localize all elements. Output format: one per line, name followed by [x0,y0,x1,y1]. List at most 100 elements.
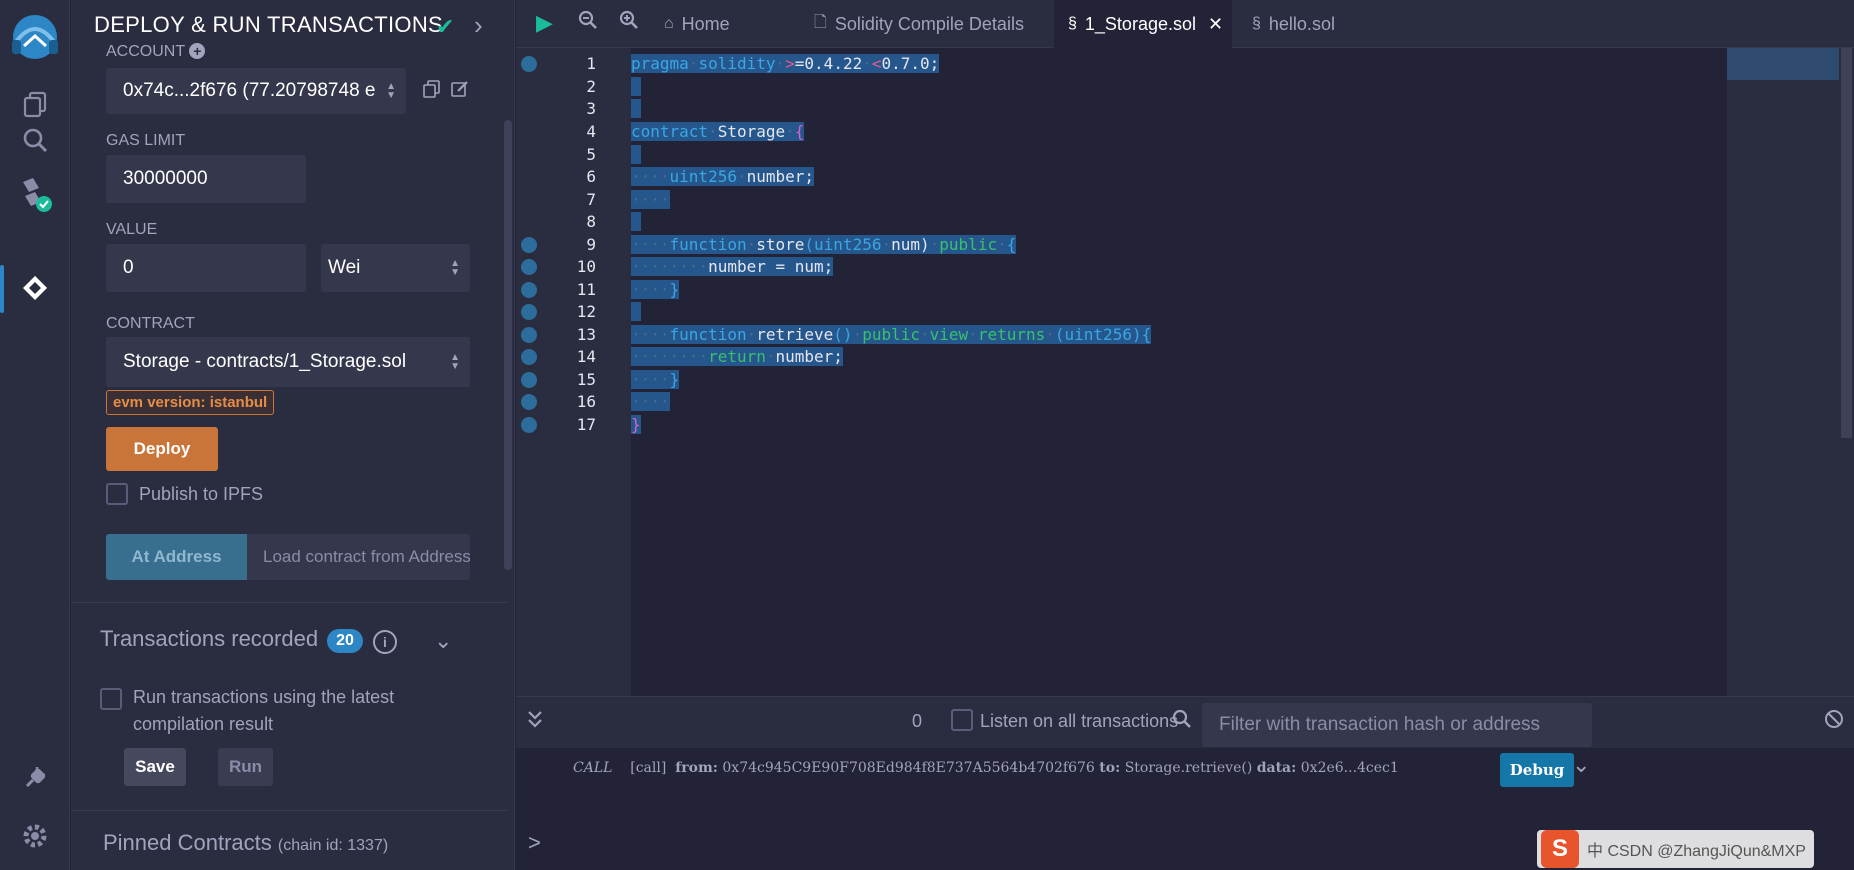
value-input[interactable]: 0 [106,244,306,292]
tab-compile-details[interactable]: 🗋 Solidity Compile Details [800,0,1038,48]
run-script-icon[interactable]: ▶ [536,10,553,36]
settings-gear-icon[interactable] [17,818,53,854]
search-icon[interactable] [1172,709,1192,735]
line-number: 8 [586,212,596,231]
at-address-button[interactable]: At Address [106,534,247,580]
gas-estimate-icon[interactable] [521,259,537,275]
line-gutter: 1 2 3 4 5 6 7 8 9 10 11 12 13 14 15 16 17 [516,48,631,696]
zoom-in-icon[interactable] [619,10,639,36]
contract-value: Storage - contracts/1_Storage.sol [123,351,407,372]
gas-estimate-icon[interactable] [521,282,537,298]
info-icon[interactable]: i [373,630,397,654]
log-data-label: data: [1256,760,1297,776]
terminal-prompt[interactable]: > [528,830,541,856]
close-icon[interactable]: ✕ [1208,14,1223,35]
line-number: 14 [576,347,596,366]
line-number: 3 [586,99,596,118]
publish-ipfs-label: Publish to IPFS [139,484,264,504]
gas-estimate-icon[interactable] [521,327,537,343]
minimap-viewport [1727,48,1839,80]
home-icon: ⌂ [664,15,674,32]
tab-storage-sol[interactable]: § 1_Storage.sol ✕ [1054,0,1232,48]
debug-button[interactable]: Debug [1500,753,1574,787]
line-number: 12 [576,302,596,321]
tab-home[interactable]: ⌂ Home [650,0,744,48]
remix-ide: DEPLOY & RUN TRANSACTIONS ✔ › ACCOUNT + … [0,0,1854,870]
gas-estimate-icon[interactable] [521,394,537,410]
gas-estimate-icon[interactable] [521,237,537,253]
gas-estimate-icon[interactable] [521,372,537,388]
editor-scrollbar[interactable] [1839,48,1854,696]
value-unit-select[interactable]: Wei ▲ ▼ [321,244,470,292]
at-address-group: At Address Load contract from Address [106,534,470,580]
remix-logo-icon[interactable] [8,12,62,62]
tab-label: 1_Storage.sol [1084,13,1196,34]
icon-rail [0,0,70,870]
gas-limit-label: GAS LIMIT [106,132,186,149]
gas-estimate-icon[interactable] [521,349,537,365]
load-contract-input[interactable]: Load contract from Address [247,534,470,580]
solidity-compiler-icon[interactable] [17,176,53,212]
tab-label: hello.sol [1268,13,1335,34]
line-number: 4 [586,122,596,141]
line-number: 10 [576,257,596,276]
zoom-out-icon[interactable] [578,10,598,36]
gas-estimate-icon[interactable] [521,56,537,72]
line-number: 16 [576,392,596,411]
file-explorer-icon[interactable] [17,86,53,122]
terminal-toolbar: 0 Listen on all transactions Filter with… [516,696,1854,748]
check-icon: ✔ [436,14,455,39]
chevron-down-icon[interactable]: ⌄ [434,628,452,654]
divider [71,602,507,603]
chevron-down-icon[interactable]: ⌄ [1572,752,1590,778]
deploy-button[interactable]: Deploy [106,427,218,471]
divider [71,810,507,811]
tx-filter-input[interactable]: Filter with transaction hash or address [1202,703,1592,747]
contract-select[interactable]: Storage - contracts/1_Storage.sol ▲ ▼ [106,337,470,387]
account-select[interactable]: 0x74c...2f676 (77.20798748 e ▲ ▼ [106,68,406,114]
copy-icon[interactable] [423,80,441,103]
scroll-thumb[interactable] [1841,48,1852,438]
run-latest-checkbox[interactable] [100,688,122,710]
edit-icon[interactable] [451,80,469,103]
line-number: 1 [586,54,596,73]
pending-tx-count: 0 [912,711,923,731]
solidity-icon: § [1252,15,1261,32]
value-label: VALUE [106,221,158,238]
log-data: 0x2e6...4cec1 [1300,760,1399,776]
publish-ipfs-checkbox[interactable] [106,483,128,505]
run-button[interactable]: Run [218,748,273,786]
deploy-run-icon[interactable] [17,270,53,306]
gas-limit-input[interactable]: 30000000 [106,155,306,203]
tx-log-entry[interactable]: CALL [call] from: 0x74c945C9E90F708Ed984… [573,760,1399,776]
chevron-right-icon[interactable]: › [474,10,483,41]
gas-estimate-icon[interactable] [521,417,537,433]
minimap[interactable] [1727,48,1839,696]
csdn-watermark: S 中 CSDN @ZhangJiQun&MXP [1537,830,1814,868]
log-from: 0x74c945C9E90F708Ed984f8E737A5564b4702f6… [722,760,1095,776]
tab-label: Solidity Compile Details [834,13,1024,34]
select-arrows-icon: ▲ ▼ [450,258,460,278]
line-number-row: 17 [516,412,631,438]
log-from-label: from: [675,760,718,776]
plugin-manager-icon[interactable] [17,760,53,796]
value-unit: Wei [328,257,361,278]
code-line-1: pragma·solidity·>=0.4.22·<0.7.0; [631,54,940,73]
listen-all-checkbox[interactable] [951,709,973,731]
select-arrows-icon: ▲ ▼ [450,352,460,372]
add-account-icon[interactable]: + [189,43,206,59]
code-editor[interactable]: pragma·solidity·>=0.4.22·<0.7.0; contrac… [631,48,1839,696]
line-number: 11 [576,280,596,299]
clear-console-icon[interactable] [1824,709,1844,735]
panel-scrollbar[interactable] [504,120,512,570]
tab-hello-sol[interactable]: § hello.sol [1238,0,1349,48]
search-icon[interactable] [17,122,53,158]
run-latest-label-line1: Run transactions using the latest [133,687,395,707]
collapse-terminal-icon[interactable] [526,709,544,735]
log-type: CALL [573,760,613,776]
contract-label: CONTRACT [106,315,195,332]
run-latest-label-line2: compilation result [133,714,274,734]
gas-estimate-icon[interactable] [521,304,537,320]
tx-count-badge: 20 [327,629,363,653]
save-button[interactable]: Save [124,748,186,786]
